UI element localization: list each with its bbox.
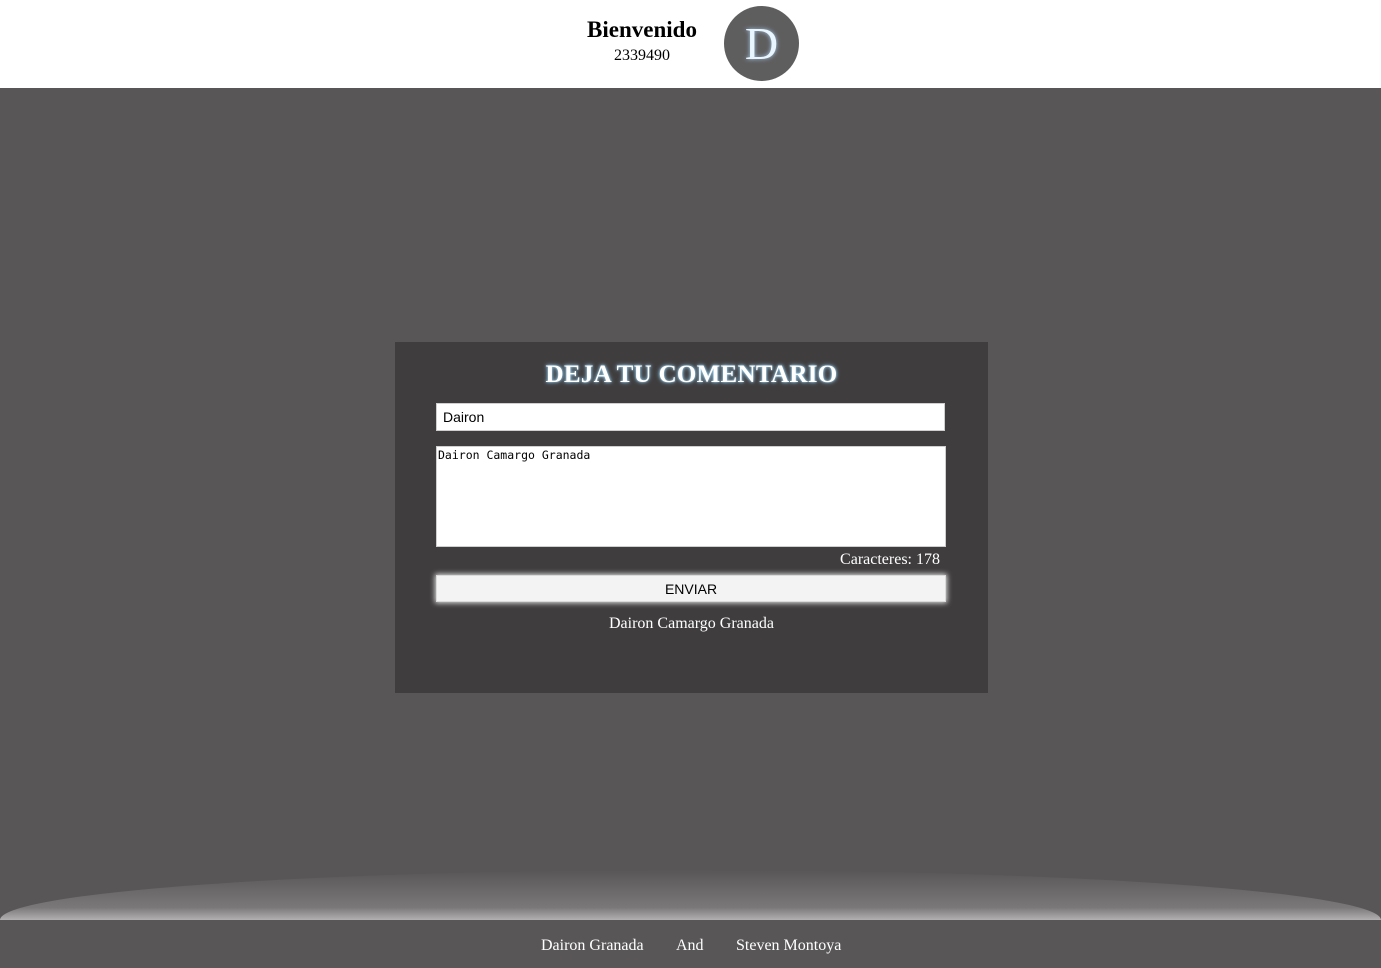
footer-author-1: Dairon Granada (541, 937, 644, 954)
char-counter: Caracteres: 178 (840, 551, 940, 568)
comment-card: DEJA TU COMENTARIO Dairon Camargo Granad… (395, 342, 988, 693)
welcome-block: Bienvenido 2339490 (572, 16, 712, 66)
send-button[interactable]: ENVIAR (436, 575, 946, 602)
submitted-comment: Dairon Camargo Granada (609, 615, 774, 632)
user-id: 2339490 (614, 47, 670, 64)
footer-separator: And (676, 937, 704, 954)
footer-author-2: Steven Montoya (736, 937, 842, 954)
header: Bienvenido 2339490 D (0, 0, 1381, 88)
avatar[interactable]: D (724, 6, 799, 81)
comment-textarea[interactable]: Dairon Camargo Granada (436, 446, 946, 547)
comment-form-title: DEJA TU COMENTARIO (545, 361, 838, 388)
name-input[interactable] (436, 403, 945, 431)
welcome-title: Bienvenido (587, 17, 697, 42)
footer: Dairon Granada And Steven Montoya (0, 920, 1381, 968)
